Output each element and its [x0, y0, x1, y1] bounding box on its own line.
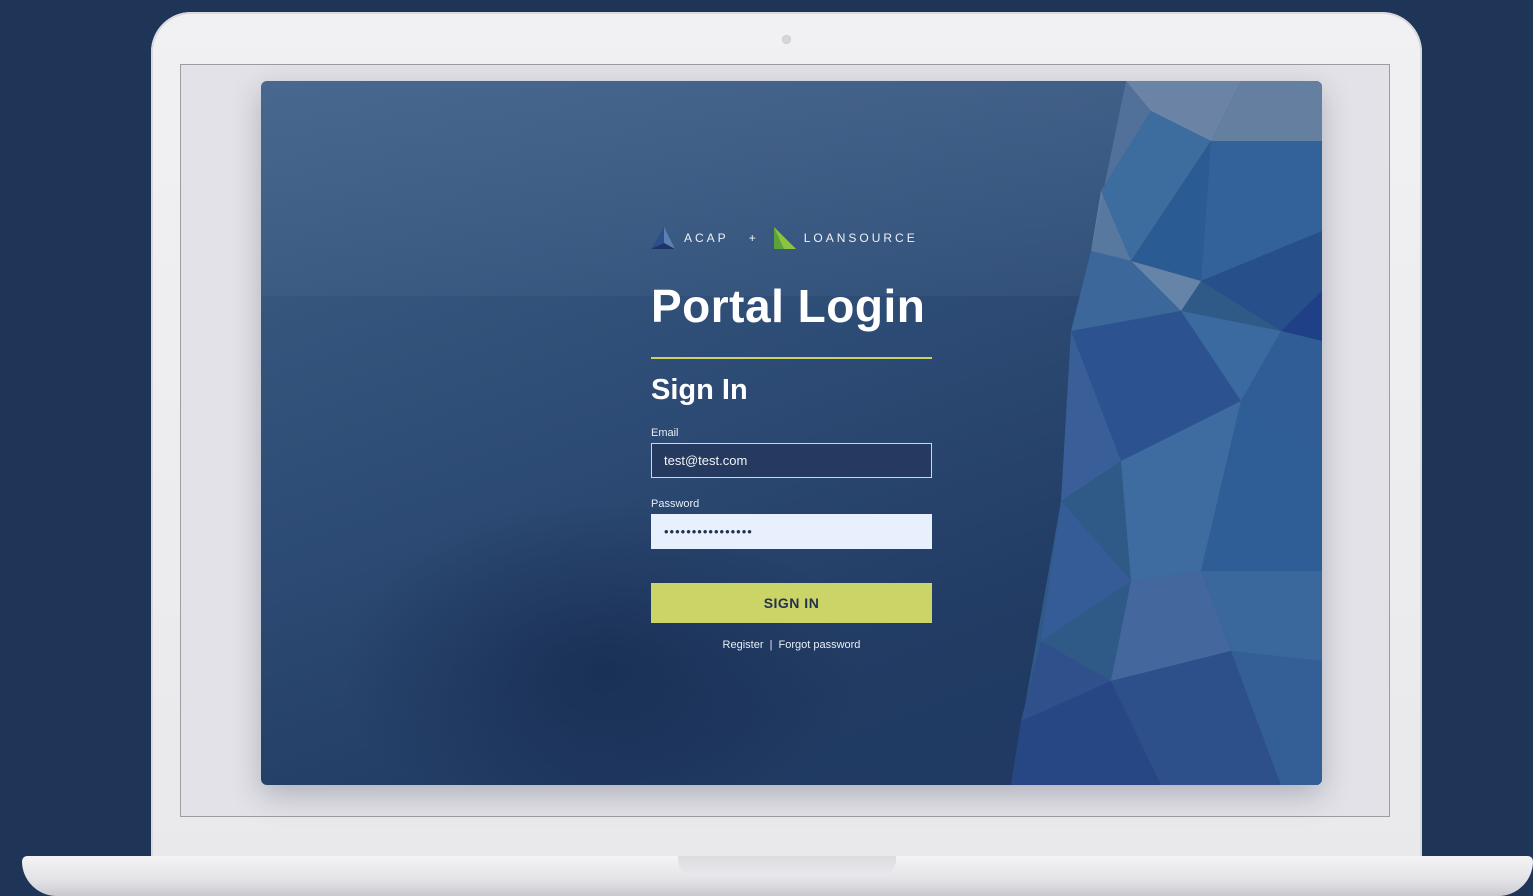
loansource-logo-text: LOANSOURCE	[803, 231, 918, 245]
sign-in-button[interactable]: SIGN IN	[651, 583, 932, 623]
password-label: Password	[651, 498, 700, 510]
forgot-password-link[interactable]: Forgot password	[779, 639, 861, 651]
email-label: Email	[651, 427, 679, 439]
password-field[interactable]	[651, 514, 932, 549]
login-app-window: ACAP + LOANSOURCE Portal Login Sign In E…	[261, 81, 1322, 785]
sign-in-heading: Sign In	[651, 374, 748, 406]
auth-links: Register | Forgot password	[651, 639, 932, 651]
acap-logo-text: ACAP	[684, 231, 729, 245]
title-divider	[651, 357, 932, 359]
page-title: Portal Login	[651, 280, 926, 332]
polygon-art-decoration	[1011, 81, 1322, 785]
link-separator: |	[769, 639, 773, 651]
brand-logos: ACAP + LOANSOURCE	[651, 226, 932, 250]
camera-icon	[782, 35, 791, 44]
loansource-logo: LOANSOURCE	[773, 227, 918, 249]
register-link[interactable]: Register	[723, 639, 764, 651]
logo-plus: +	[748, 231, 756, 245]
email-field[interactable]	[651, 443, 932, 478]
scene: ACAP + LOANSOURCE Portal Login Sign In E…	[0, 0, 1533, 896]
loansource-logo-icon	[773, 227, 796, 249]
laptop-base-notch	[678, 856, 896, 876]
acap-logo: ACAP	[651, 227, 729, 249]
acap-logo-icon	[651, 227, 675, 249]
login-form: ACAP + LOANSOURCE Portal Login Sign In E…	[651, 226, 932, 651]
